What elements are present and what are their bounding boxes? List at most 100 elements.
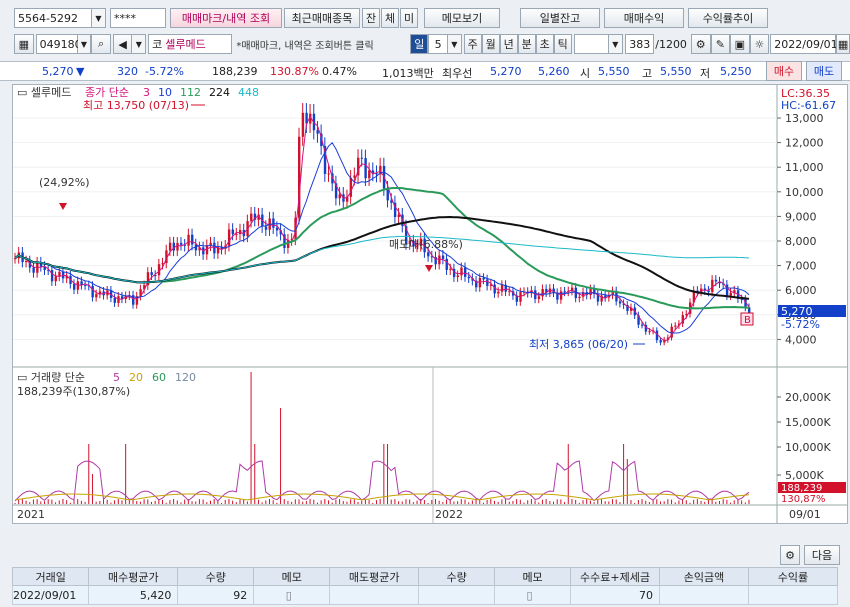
price-candle [264, 226, 268, 230]
price-candle [187, 234, 190, 246]
volume-legend-period: 5 [113, 371, 120, 384]
price-candle [213, 242, 216, 254]
price-candle [537, 296, 541, 300]
last-volume-pct-label: 130,87% [781, 494, 826, 505]
price-candle [316, 130, 319, 134]
price-candle [91, 285, 94, 298]
price-tick-label: 8,000 [785, 235, 817, 248]
price-candle [386, 188, 389, 201]
table-header[interactable]: 메모 [253, 567, 331, 586]
search-icon[interactable]: ⌕ [91, 34, 111, 54]
table-row[interactable]: 2022/09/01 5,420 92 ▯ ▯ 70 [11, 585, 839, 605]
volume-tick-label: 5,000K [785, 469, 824, 482]
table-header[interactable]: 매도평균가 [329, 567, 420, 586]
recent-trades-button[interactable]: 최근매매종목 [284, 8, 360, 28]
trade-profit-button[interactable]: 매매수익 [604, 8, 684, 28]
chart-canvas[interactable]: 13,000 12,000 11,000 10,000 9,000 8,000 7,000 6… [13, 85, 847, 523]
custom-period-dropdown-icon[interactable]: ▼ [609, 34, 623, 54]
price-candle [179, 242, 183, 245]
price-candle [641, 324, 644, 326]
price-candle [578, 296, 581, 299]
memo-view-button[interactable]: 메모보기 [424, 8, 500, 28]
table-header[interactable]: 수량 [177, 567, 255, 586]
account-dropdown-icon[interactable]: ▼ [92, 8, 106, 28]
price-candle [714, 279, 718, 282]
price-candle [238, 229, 242, 235]
indicator-icon[interactable]: ⚙ [690, 34, 711, 54]
settings-gear-icon[interactable]: ⚙ [780, 545, 800, 565]
table-header[interactable]: 수량 [418, 567, 496, 586]
stock-chart[interactable]: 13,000 12,000 11,000 10,000 9,000 8,000 7,000 6… [12, 84, 848, 524]
custom-period-input[interactable] [573, 34, 610, 54]
price-candle [54, 276, 57, 282]
unfilled-tab[interactable]: 미 [400, 8, 418, 28]
balance-tab[interactable]: 잔 [362, 8, 380, 28]
period-week-tab[interactable]: 주 [463, 34, 482, 54]
price-candle [618, 301, 622, 304]
price-candle [659, 340, 662, 343]
period-year-tab[interactable]: 년 [499, 34, 518, 54]
hc-label: HC:-61.67 [781, 99, 836, 112]
price-candle [427, 252, 430, 257]
period-month-tab[interactable]: 월 [481, 34, 500, 54]
daily-balance-button[interactable]: 일별잔고 [520, 8, 600, 28]
period-second-tab[interactable]: 초 [535, 34, 554, 54]
gear-icon[interactable]: ☼ [749, 34, 770, 54]
price-candle [349, 177, 353, 197]
speaker-dropdown-icon[interactable]: ▼ [132, 34, 147, 54]
notice-text: *매매마크, 내역은 조회버튼 클릭 [236, 40, 374, 52]
table-cell [658, 585, 749, 605]
trade-mark-query-button[interactable]: 매매마크/내역 조회 [170, 8, 282, 28]
stock-name: 셀루메드 [165, 38, 206, 51]
last-pct-label: -5.72% [781, 318, 820, 331]
stock-code-input[interactable]: 049180 [35, 34, 82, 54]
period-tick-tab[interactable]: 틱 [553, 34, 572, 54]
price-candle [397, 214, 400, 217]
account-select[interactable]: 5564-5292 [14, 8, 92, 28]
price-candle [460, 267, 463, 276]
password-field[interactable]: **** [110, 8, 166, 28]
ma-legend-period: 3 [143, 86, 150, 99]
price-candle [113, 297, 116, 303]
price-candle [50, 270, 54, 282]
data-count-input[interactable]: 383 [624, 34, 655, 54]
ma-legend-period: 112 [180, 86, 201, 99]
trade-amount: 1,013백만 [382, 67, 434, 80]
price-tick-label: 13,000 [785, 112, 824, 125]
table-cell: 70 [570, 585, 660, 605]
return-trend-button[interactable]: 수익률추이 [688, 8, 768, 28]
period-minute-tab[interactable]: 분 [517, 34, 536, 54]
table-header[interactable]: 수익률 [747, 567, 839, 586]
volume-note: 188,239주(130,87%) [17, 385, 130, 398]
open-price: 5,550 [598, 65, 630, 78]
x-label-date: 09/01 [789, 508, 821, 521]
table-header[interactable]: 거래일 [11, 567, 90, 586]
buy-button[interactable]: 매수 [766, 61, 802, 81]
chart-settings-icon[interactable]: ▦ [14, 34, 34, 54]
price-candle [563, 291, 566, 293]
executed-tab[interactable]: 체 [381, 8, 399, 28]
date-input[interactable]: 2022/09/01 [770, 34, 838, 54]
period-day-tab[interactable]: 일 [410, 34, 429, 54]
volume: 188,239 [212, 65, 258, 78]
price-candle [456, 275, 460, 278]
code-dropdown-icon[interactable]: ▼ [77, 34, 92, 54]
speaker-icon[interactable]: ◀ [112, 34, 133, 54]
save-icon[interactable]: ▣ [730, 34, 750, 54]
table-header[interactable]: 메모 [494, 567, 572, 586]
period-dropdown-icon[interactable]: ▼ [447, 34, 462, 54]
next-button[interactable]: 다음 [804, 545, 840, 565]
table-header[interactable]: 매수평균가 [88, 567, 179, 586]
price-change: 320 [117, 65, 138, 78]
table-header[interactable]: 수수료+제세금 [570, 567, 660, 586]
period-value-input[interactable]: 5 [428, 34, 448, 54]
sell-button[interactable]: 매도 [806, 61, 842, 81]
price-candle [327, 173, 330, 175]
volume-tick-label: 15,000K [785, 416, 831, 429]
calendar-icon[interactable]: ▦ [836, 34, 850, 54]
table-header[interactable]: 손익금액 [658, 567, 749, 586]
market-badge: 코 [152, 38, 163, 51]
current-price: 5,270 [42, 65, 74, 78]
draw-tool-icon[interactable]: ✎ [710, 34, 731, 54]
table-cell [329, 585, 420, 605]
